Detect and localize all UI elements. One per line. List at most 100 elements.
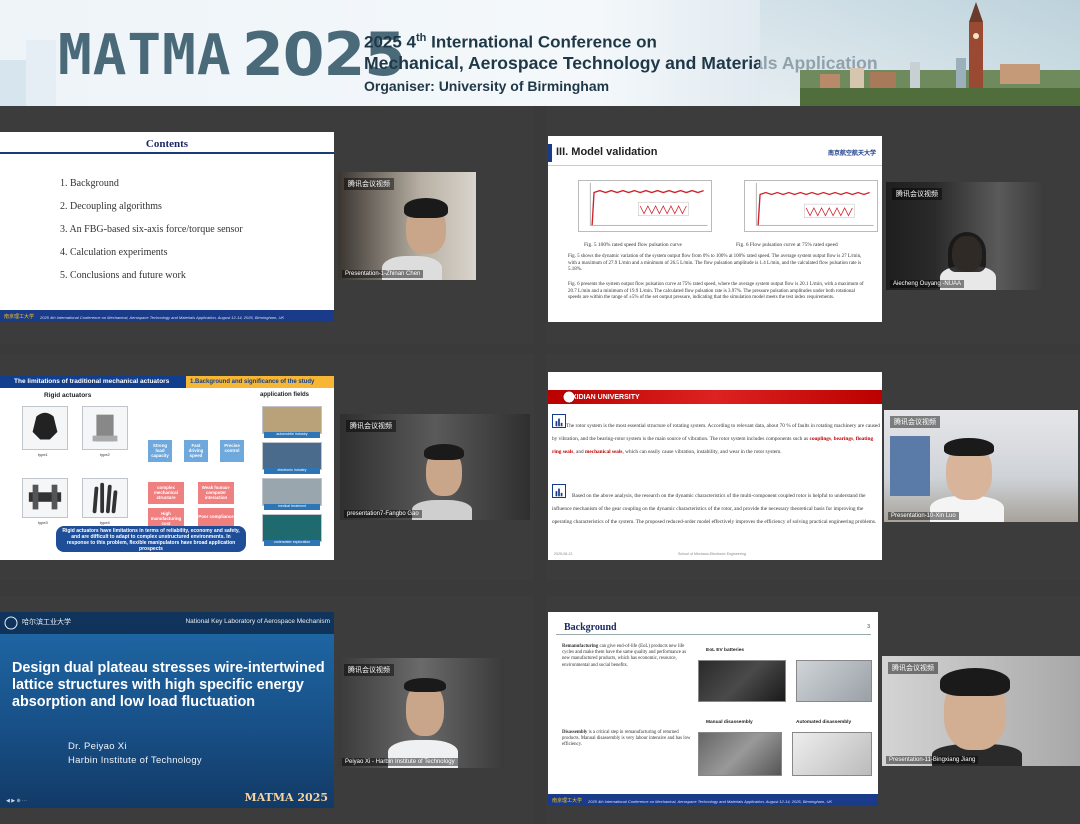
presenter-institution: Harbin Institute of Technology — [68, 755, 202, 766]
list-item: 4. Calculation experiments — [60, 247, 168, 258]
person-hair — [940, 668, 1010, 696]
shared-slide-title: 哈尔滨工业大学 National Key Laboratory of Aeros… — [0, 612, 334, 808]
university-name: XIDIAN UNIVERSITY — [572, 394, 640, 401]
university-emblem — [4, 616, 18, 630]
list-item: 2. Decoupling algorithms — [60, 201, 162, 212]
participant-camera[interactable]: 腾讯会议视频 Presentation-1-Zhinan Chen — [338, 172, 476, 280]
video-tile-3[interactable]: The limitations of traditional mechanica… — [0, 354, 534, 580]
participant-camera[interactable]: 腾讯会议视频 Aiecheng Ouyang -NUAA — [886, 182, 1046, 290]
actuator-image-type3 — [22, 478, 68, 518]
participant-camera[interactable]: 腾讯会议视频 Presentation-10-Xin Luo — [884, 410, 1078, 522]
contents-list: 1. Background 2. Decoupling algorithms 3… — [60, 178, 243, 293]
image-label: EoL EV batteries — [706, 648, 745, 653]
field-label: medical treatment — [264, 504, 320, 510]
limitation-box: Weak human-computer interaction — [198, 482, 234, 504]
list-item: 3. An FBG-based six-axis force/torque se… — [60, 224, 243, 235]
flow-pulsation-plot-75 — [744, 180, 878, 232]
paragraph: Based on the above analysis, the researc… — [552, 493, 877, 525]
shared-slide-model-validation: III. Model validation 南京航空航天大学 Fig. 5 10… — [548, 136, 882, 322]
slide-title: The limitations of traditional mechanica… — [14, 378, 170, 385]
slide-title: Contents — [145, 138, 189, 150]
type-label: type2 — [100, 452, 110, 457]
slide-controls[interactable]: ◀ ▶ ⊕ ⋯ — [6, 798, 46, 804]
video-tile-2[interactable]: III. Model validation 南京航空航天大学 Fig. 5 10… — [546, 106, 1080, 344]
slide-title: III. Model validation — [556, 146, 658, 158]
slide-footer: 南京理工大学 2025 4th International Conference… — [0, 310, 334, 322]
slide-header: 哈尔滨工业大学 National Key Laboratory of Aeros… — [0, 612, 334, 634]
background-shelf — [890, 436, 930, 496]
person-hair — [404, 198, 448, 218]
shared-slide-contents: Contents 1. Background 2. Decoupling alg… — [0, 132, 334, 322]
meeting-app-tag: 腾讯会议视频 — [890, 416, 940, 428]
meeting-app-tag: 腾讯会议视频 — [892, 188, 942, 200]
limitation-box: complex mechanical structure — [148, 482, 184, 504]
field-image — [262, 406, 322, 434]
slide-header: The limitations of traditional mechanica… — [0, 376, 334, 388]
page-number: 3 — [867, 624, 870, 630]
talk-title: Design dual plateau stresses wire-intert… — [12, 660, 325, 710]
image-label: Automated disassembly — [796, 720, 852, 725]
video-tile-4[interactable]: XIDIAN UNIVERSITY The rotor system is th… — [546, 354, 1080, 580]
paragraph: Fig. 6 presents the system output flow p… — [568, 282, 864, 300]
slide-footer-text: School of Mechano-Electronic Engineering — [678, 552, 746, 556]
paragraph: The rotor system is the most essential s… — [552, 423, 880, 455]
participant-name: Presentation-10-Xin Luo — [888, 512, 959, 520]
battery-pack-photo — [796, 660, 872, 702]
manual-disassembly-photo — [698, 732, 782, 776]
video-tile-1[interactable]: Contents 1. Background 2. Decoupling alg… — [0, 106, 534, 344]
bullet-paragraph: Disassembly is a critical step in remanu… — [562, 730, 691, 748]
person-hair — [404, 678, 446, 692]
advantage-box: Fast driving speed — [184, 440, 208, 462]
decor-square — [26, 40, 56, 106]
figure-caption: Fig. 6 Flow pulsation curve at 75% rated… — [736, 242, 838, 248]
slide-title: Background — [564, 622, 617, 633]
person-hair — [424, 444, 464, 460]
meeting-app-tag: 腾讯会议视频 — [888, 662, 938, 674]
university-logo: 南京理工大学 — [552, 798, 583, 804]
figure-caption: Fig. 5 100% rated speed flow pulsation c… — [584, 242, 682, 248]
slide-footer: 南京理工大学 2025 4th International Conference… — [548, 794, 878, 806]
divider — [0, 152, 334, 154]
participant-camera[interactable]: 腾讯会议视频 presentation7-Fangbo Gao — [340, 414, 530, 520]
paragraph: Fig. 5 shows the dynamic variation of th… — [568, 254, 862, 272]
field-label: automobile industry — [264, 432, 320, 438]
field-label: electronic industry — [264, 468, 320, 474]
actuator-image-type2 — [82, 406, 128, 450]
participant-name: Presentation-1-Zhinan Chen — [342, 270, 424, 278]
type-label: type4 — [100, 520, 110, 525]
shared-slide-rotor-system: XIDIAN UNIVERSITY The rotor system is th… — [548, 372, 882, 560]
divider — [556, 634, 871, 635]
application-fields-label: application fields — [260, 392, 310, 398]
actuator-image-type4 — [82, 478, 128, 518]
list-item: 5. Conclusions and future work — [60, 270, 186, 281]
ev-batteries-photo — [698, 660, 786, 702]
university-logo: 南京理工大学 — [4, 314, 35, 320]
video-tile-6[interactable]: Background 3 Remanufacturing can give en… — [546, 596, 1080, 824]
shared-slide-limitations: The limitations of traditional mechanica… — [0, 376, 334, 560]
summary-note: Rigid actuators have limitations in term… — [56, 526, 246, 552]
flow-pulsation-plot-100 — [578, 180, 712, 232]
participant-name: Presentation-11-Bingxiang Jiang — [886, 756, 979, 764]
rigid-actuators-label: Rigid actuators — [44, 392, 92, 399]
footer-text: 2025 4th International Conference on Mec… — [40, 315, 284, 320]
matma-logo: MATMA — [58, 23, 232, 88]
field-label: underwater exploration — [264, 540, 320, 546]
advantage-box: Precise control — [220, 440, 244, 462]
accent-bar — [548, 144, 552, 162]
university-name: 哈尔滨工业大学 — [22, 619, 71, 626]
slide-date: 2025-08-13 — [554, 552, 573, 556]
person-hair — [948, 232, 986, 272]
conference-watermark: MATMA 2025 — [244, 791, 328, 804]
presenter-info: Dr. Peiyao Xi Harbin Institute of Techno… — [68, 740, 202, 768]
person-hair — [944, 438, 994, 456]
field-image — [262, 514, 322, 542]
video-tile-5[interactable]: 哈尔滨工业大学 National Key Laboratory of Aeros… — [0, 596, 534, 824]
participant-camera[interactable]: 腾讯会议视频 Presentation-11-Bingxiang Jiang — [882, 656, 1080, 766]
image-label: Manual disassembly — [706, 720, 753, 725]
presenter-name: Dr. Peiyao Xi — [68, 741, 127, 752]
meeting-app-tag: 腾讯会议视频 — [344, 178, 394, 190]
type-label: type3 — [38, 520, 48, 525]
participant-camera[interactable]: 腾讯会议视频 Peiyao Xi - Harbin Institute of T… — [338, 658, 504, 768]
lab-name: National Key Laboratory of Aerospace Mec… — [185, 618, 330, 625]
footer-text: 2025 4th International Conference on Mec… — [588, 799, 832, 804]
